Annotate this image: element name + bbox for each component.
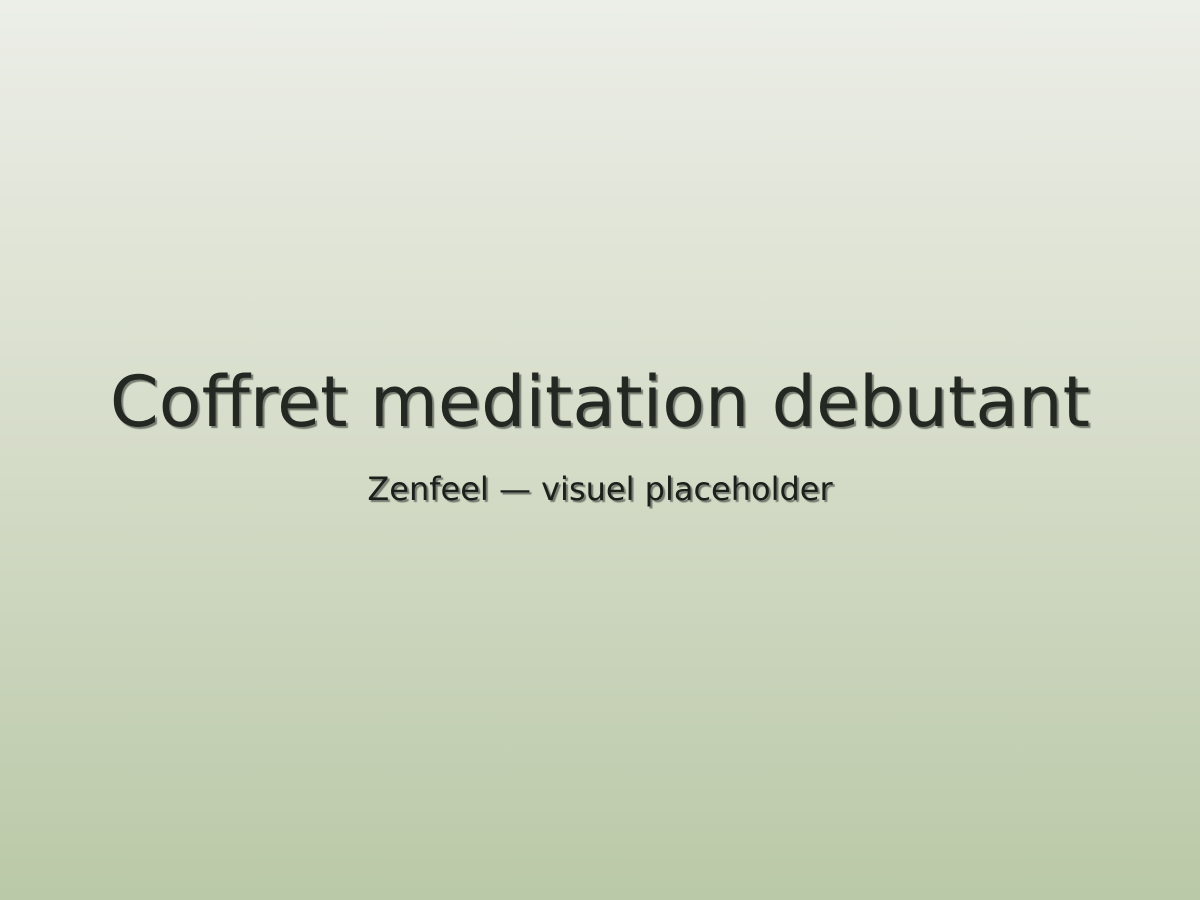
placeholder-subtitle: Zenfeel — visuel placeholder xyxy=(367,470,833,508)
placeholder-title: Coffret meditation debutant xyxy=(109,361,1091,443)
product-image-placeholder: Coffret meditation debutant Zenfeel — vi… xyxy=(0,0,1200,900)
